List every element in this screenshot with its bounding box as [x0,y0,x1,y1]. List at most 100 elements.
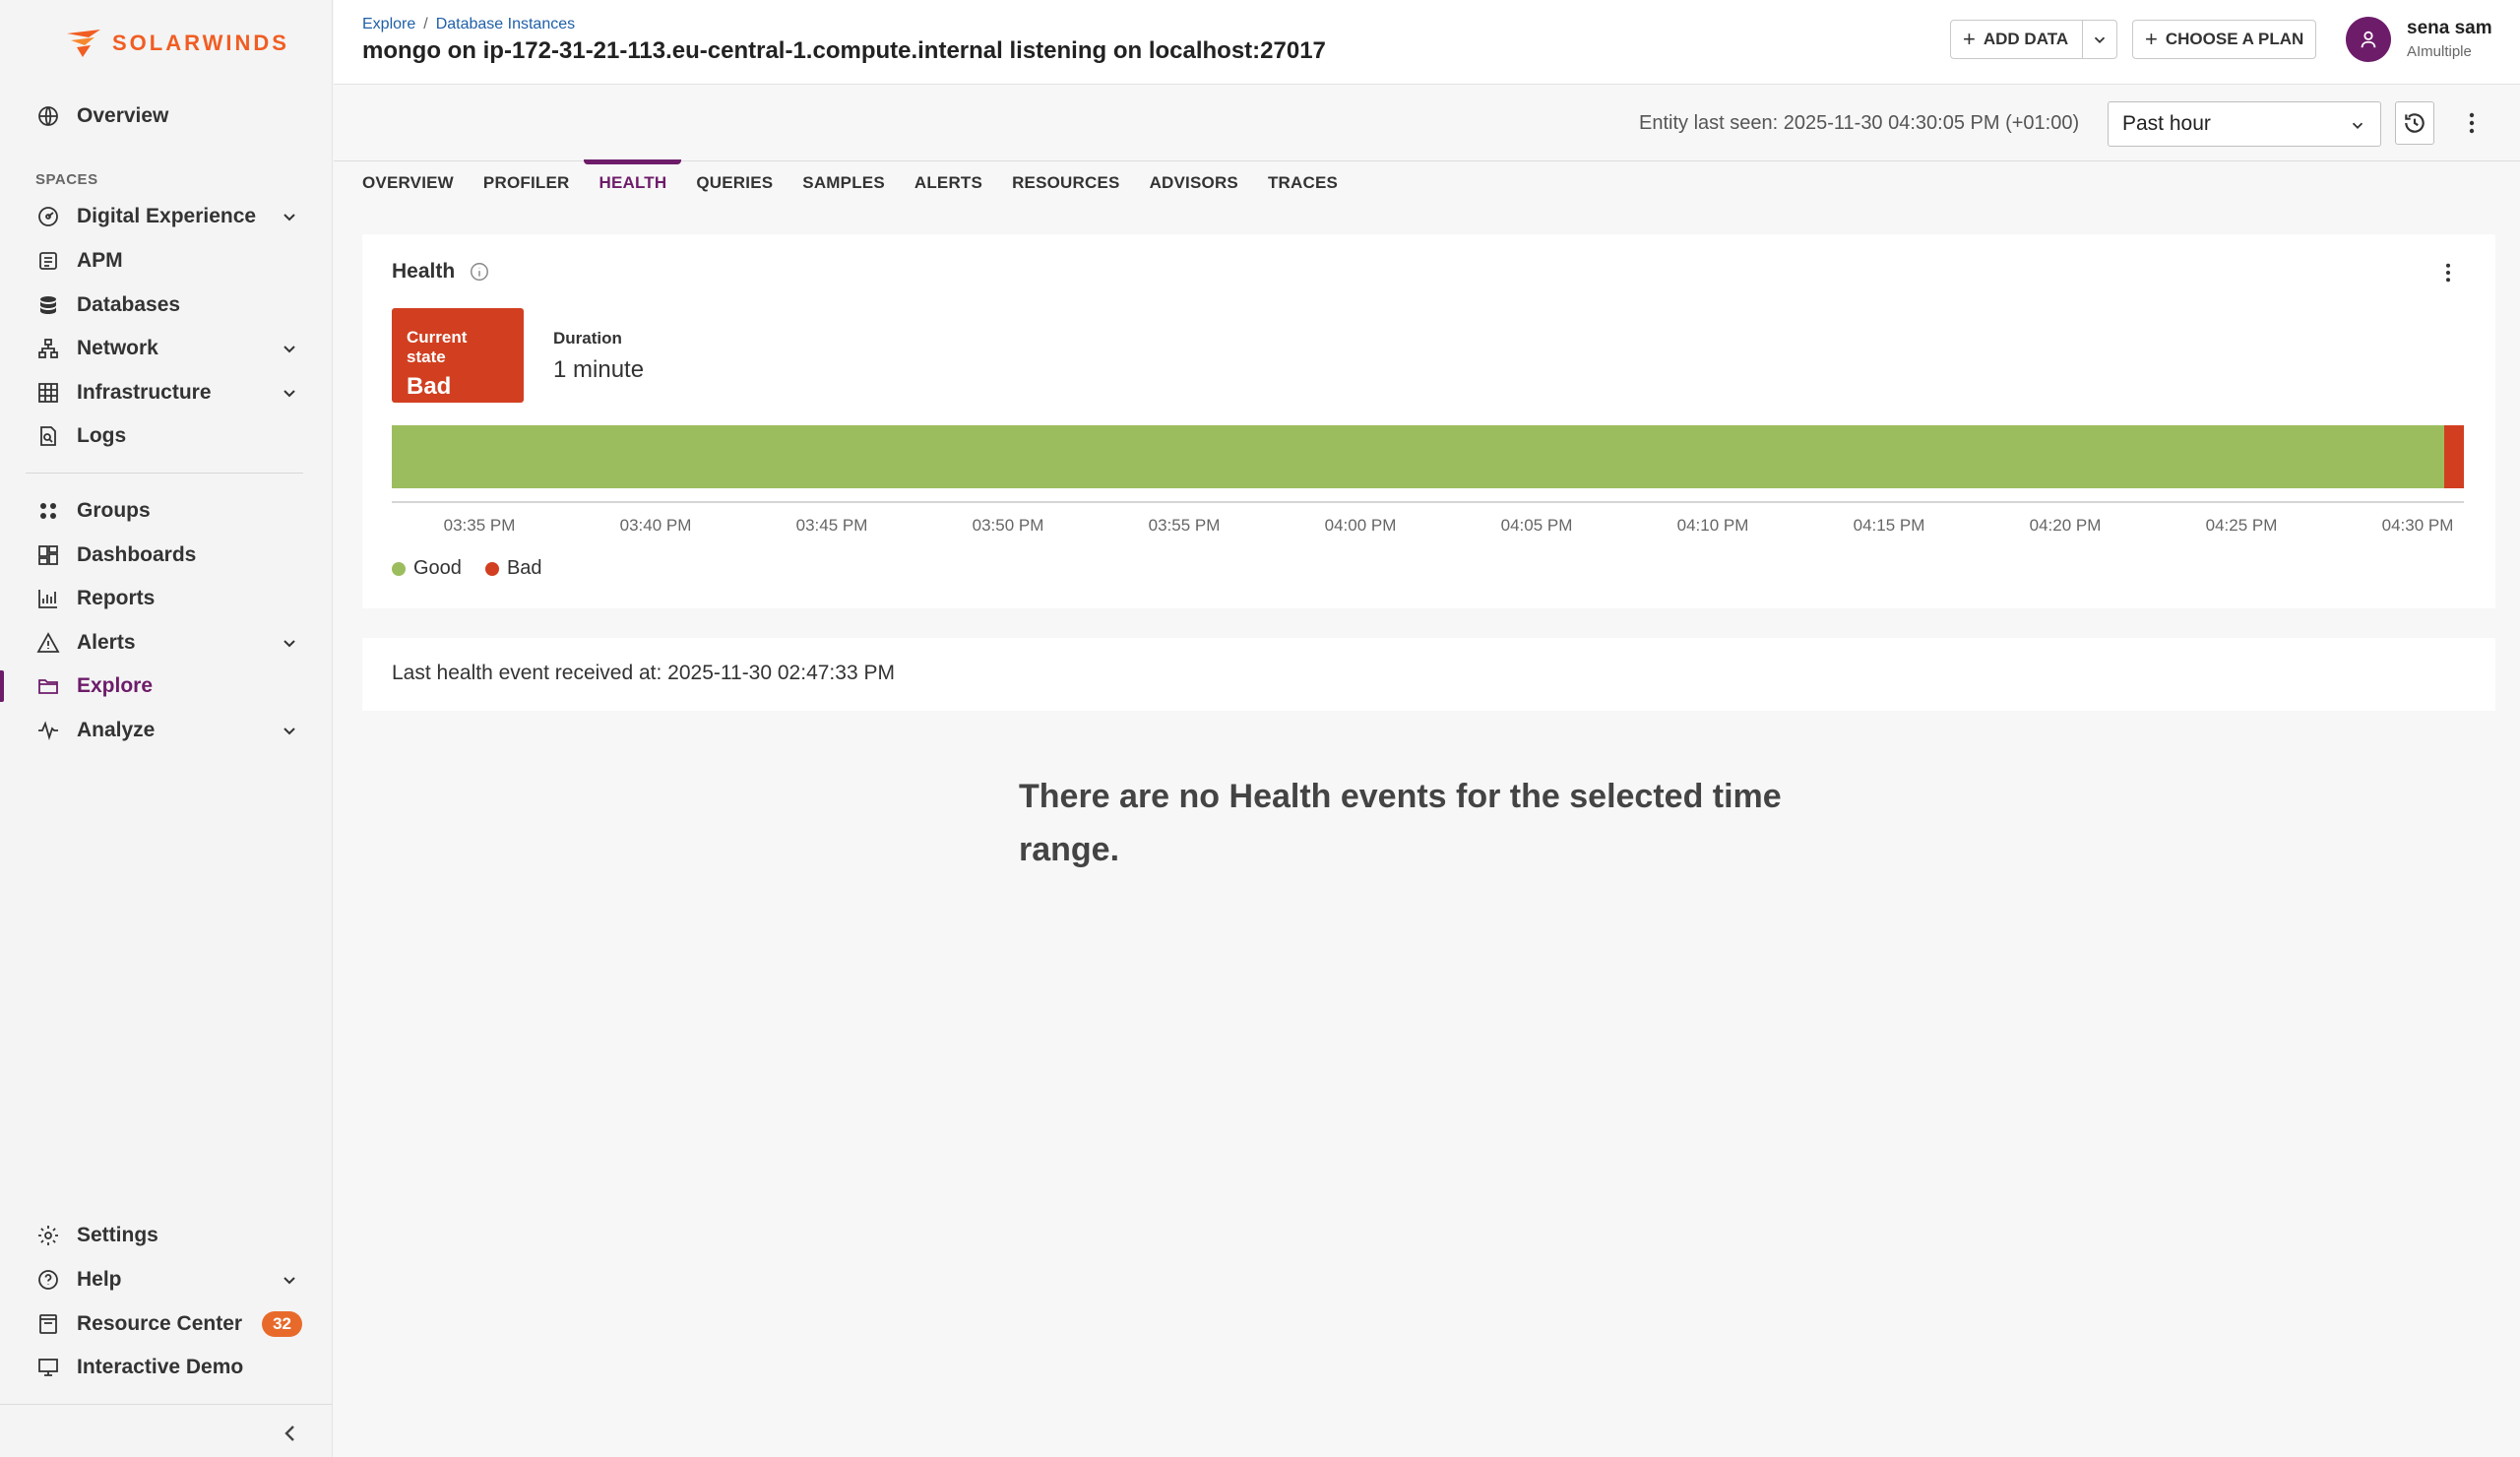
time-history-button[interactable] [2395,101,2434,145]
sidebar-item-label: Interactive Demo [77,1356,244,1378]
breadcrumb-explore[interactable]: Explore [362,16,415,33]
tab-samples[interactable]: SAMPLES [788,161,900,205]
breadcrumb-database-instances[interactable]: Database Instances [436,16,575,33]
legend-bad[interactable]: Bad [484,557,542,580]
sidebar-item-label: Overview [77,104,169,127]
last-event-card: Last health event received at: 2025-11-3… [362,638,2495,711]
tab-overview[interactable]: OVERVIEW [362,161,469,205]
infrastructure-icon [35,380,61,406]
sidebar-item-label: Digital Experience [77,205,257,227]
history-icon [2405,113,2425,133]
chevron-down-icon[interactable] [280,633,299,653]
timeline-bad-segment[interactable] [2444,425,2464,488]
timeline-tick-label: 03:45 PM [795,516,868,535]
legend-good-dot [392,561,406,576]
add-data-dropdown-button[interactable] [2082,20,2117,59]
analyze-icon [35,718,61,743]
toolbar: Entity last seen: 2025-11-30 04:30:05 PM… [334,85,2520,161]
sidebar-item-analyze[interactable]: Analyze [0,709,333,752]
sidebar-item-groups[interactable]: Groups [0,489,333,533]
chevron-down-icon[interactable] [280,207,299,226]
user-name: sena sam [2407,18,2492,38]
timeline-tick-label: 03:55 PM [1148,516,1221,535]
duration-block: Duration 1 minute [553,329,644,384]
timeline-tick-label: 04:20 PM [2029,516,2102,535]
timeline-tick-label: 03:40 PM [619,516,692,535]
gear-icon [35,1223,61,1248]
sidebar-item-label: Alerts [77,631,136,654]
chevron-down-icon[interactable] [280,721,299,740]
sidebar-item-infrastructure[interactable]: Infrastructure [0,371,333,414]
tab-health[interactable]: HEALTH [584,159,682,205]
chevron-left-icon [284,1425,294,1441]
more-vertical-icon [2446,263,2450,283]
health-timeline[interactable] [392,425,2464,488]
tab-resources[interactable]: RESOURCES [997,161,1135,205]
tab-profiler[interactable]: PROFILER [469,161,585,205]
info-icon[interactable] [469,261,490,283]
page-more-menu-button[interactable] [2460,108,2484,138]
current-state-box: Current state Bad [392,308,524,403]
sidebar-item-settings[interactable]: Settings [0,1214,333,1257]
sidebar-item-databases[interactable]: Databases [0,284,333,327]
user-org: AImultiple [2407,43,2472,60]
current-state-value: Bad [407,373,452,400]
time-range-select[interactable]: Past hour [2108,101,2381,147]
sidebar: SOLARWINDS Overview SPACES Digital Exper… [0,0,333,1457]
timeline-tick-label: 03:35 PM [443,516,516,535]
avatar[interactable] [2346,17,2391,62]
sidebar-item-reports[interactable]: Reports [0,577,333,620]
health-card-menu-button[interactable] [2436,258,2460,287]
legend-bad-label: Bad [506,557,542,579]
chevron-down-icon[interactable] [280,1270,299,1290]
add-data-button[interactable]: + ADD DATA [1950,20,2083,59]
choose-plan-label: CHOOSE A PLAN [2165,30,2304,48]
sidebar-item-help[interactable]: Help [0,1258,333,1301]
tab-advisors[interactable]: ADVISORS [1135,161,1253,205]
sidebar-item-label: Explore [77,674,154,697]
legend: Good Bad [392,557,542,580]
tab-traces[interactable]: TRACES [1253,161,1353,205]
choose-plan-button[interactable]: + CHOOSE A PLAN [2132,20,2317,59]
chevron-down-icon[interactable] [280,339,299,358]
sidebar-item-label: Resource Center [77,1312,243,1335]
tab-bar: OVERVIEW PROFILER HEALTH QUERIES SAMPLES… [362,159,1353,205]
page-title: mongo on ip-172-31-21-113.eu-central-1.c… [362,37,1326,64]
sidebar-item-label: Groups [77,499,151,522]
sidebar-item-overview[interactable]: Overview [0,95,333,138]
time-range-value: Past hour [2122,112,2211,135]
groups-icon [35,498,61,524]
sidebar-item-label: Logs [77,424,127,447]
sidebar-item-dashboards[interactable]: Dashboards [0,534,333,577]
solarwinds-logo[interactable]: SOLARWINDS [65,24,289,63]
sidebar-item-interactive-demo[interactable]: Interactive Demo [0,1346,333,1389]
page-header: Explore / Database Instances mongo on ip… [334,0,2520,85]
sidebar-item-resource-center[interactable]: Resource Center 32 [0,1302,333,1346]
tab-queries[interactable]: QUERIES [681,161,788,205]
timeline-tick-label: 04:10 PM [1676,516,1749,535]
health-title: Health [392,260,456,283]
chevron-down-icon [2352,122,2363,129]
plus-icon: + [2145,27,2158,51]
sidebar-item-logs[interactable]: Logs [0,414,333,458]
tab-alerts[interactable]: ALERTS [900,161,997,205]
timeline-tick-label: 03:50 PM [972,516,1044,535]
breadcrumb: Explore / Database Instances [362,16,575,33]
sidebar-item-digital-experience[interactable]: Digital Experience [0,195,333,238]
chevron-down-icon[interactable] [280,383,299,403]
chevron-down-icon [2094,36,2106,43]
collapse-sidebar-button[interactable] [279,1420,302,1447]
sidebar-item-apm[interactable]: APM [0,239,333,283]
sidebar-item-label: Databases [77,293,181,316]
sidebar-item-network[interactable]: Network [0,327,333,370]
add-data-label: ADD DATA [1983,30,2069,48]
last-event-text: Last health event received at: 2025-11-3… [392,662,895,684]
sidebar-item-alerts[interactable]: Alerts [0,621,333,665]
sidebar-item-label: Infrastructure [77,381,212,404]
sidebar-item-explore[interactable]: Explore [0,665,333,708]
legend-good[interactable]: Good [392,557,462,580]
health-card: Health Current state Bad Duration 1 minu… [362,234,2495,608]
alerts-icon [35,630,61,656]
solarwinds-logo-icon [67,30,100,57]
timeline-axis [392,501,2464,503]
